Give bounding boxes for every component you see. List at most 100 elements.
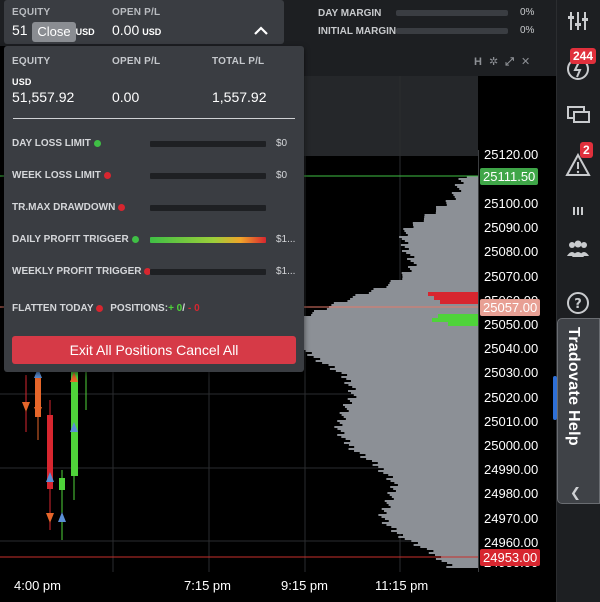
tradovate-help-tab[interactable]: Tradovate Help ❮ xyxy=(557,318,600,504)
profile-bar xyxy=(371,460,478,462)
profile-bar xyxy=(383,468,478,470)
profile-bar xyxy=(453,194,478,196)
right-sidebar: 244 2 ? xyxy=(556,0,600,602)
profile-bar-highlight xyxy=(434,296,478,300)
profile-bar xyxy=(401,272,478,274)
price-tick: 25120.00 xyxy=(484,147,539,162)
status-dot xyxy=(93,139,101,147)
help-icon[interactable]: ? xyxy=(565,290,591,316)
profile-bar xyxy=(348,444,478,446)
profile-bar xyxy=(348,410,478,412)
limit-label: TR.MAX DRAWDOWN xyxy=(12,202,126,213)
profile-bar xyxy=(354,446,478,448)
profile-bar xyxy=(400,244,478,246)
profile-bar xyxy=(326,308,478,310)
profile-bar xyxy=(351,392,478,394)
price-tick: 25030.00 xyxy=(484,365,539,381)
profile-bar xyxy=(311,352,478,354)
price-tick: 25080.00 xyxy=(484,244,539,260)
equity-card[interactable]: EQUITY 51 USD OPEN P/L 0.00 USD Close xyxy=(4,0,284,44)
day-margin-pct: 0% xyxy=(520,7,535,18)
account-summary-panel: EQUITY OPEN P/L TOTAL P/L USD 51,557.92 … xyxy=(4,46,304,372)
profile-bar xyxy=(294,342,478,344)
exit-all-positions-button[interactable]: Exit All Positions Cancel All xyxy=(12,336,296,364)
profile-bar xyxy=(396,528,478,530)
status-dot xyxy=(96,304,104,312)
limit-label: DAILY PROFIT TRIGGER xyxy=(12,234,139,245)
profile-bar xyxy=(348,448,478,450)
price-tick: 25070.00 xyxy=(484,268,539,284)
profile-bar xyxy=(341,414,478,416)
close-icon[interactable]: ✕ xyxy=(521,56,537,68)
profile-bar xyxy=(413,226,478,228)
status-dot xyxy=(118,203,126,211)
price-tick: 25100.00 xyxy=(484,196,539,211)
profile-bar xyxy=(433,550,478,552)
profile-bar xyxy=(293,346,478,348)
profile-bar xyxy=(416,264,478,266)
profile-bar xyxy=(331,304,478,306)
gear-icon[interactable]: ✲ xyxy=(489,56,505,68)
profile-bar xyxy=(388,520,478,522)
profile-bar xyxy=(381,522,478,524)
price-tick: 24960.00 xyxy=(484,534,539,550)
profile-bar xyxy=(408,242,478,244)
profile-bar xyxy=(347,398,478,400)
profile-bar xyxy=(454,184,478,186)
price-tick: 25090.00 xyxy=(484,220,539,236)
panel-total-pl-value: 1,557.92 xyxy=(212,89,267,105)
profile-bar xyxy=(349,400,478,402)
profile-bar xyxy=(454,196,478,198)
profile-bar xyxy=(424,216,478,218)
bars-icon[interactable] xyxy=(565,198,591,224)
profile-bar xyxy=(360,456,478,458)
profile-bar xyxy=(402,274,478,276)
profile-bar xyxy=(404,246,478,248)
candles xyxy=(22,360,87,540)
profile-bar xyxy=(390,506,478,508)
limit-value: $0 xyxy=(276,170,288,181)
profile-bar xyxy=(352,386,478,388)
price-axis[interactable] xyxy=(478,150,544,572)
profile-bar xyxy=(435,554,478,556)
time-label: 11:15 pm xyxy=(375,578,429,593)
chevron-up-icon[interactable] xyxy=(252,22,270,40)
limit-bar xyxy=(150,269,266,275)
profile-bar xyxy=(436,206,478,208)
sell-marker xyxy=(46,513,54,523)
profile-bar xyxy=(390,480,478,482)
profile-bar xyxy=(288,338,478,340)
profile-bar xyxy=(305,350,478,352)
open-pl-label: OPEN P/L xyxy=(112,7,161,18)
profile-bar xyxy=(343,404,478,406)
profile-bar xyxy=(299,344,478,346)
sliders-icon[interactable] xyxy=(565,8,591,34)
time-label: 4:00 pm xyxy=(14,578,61,593)
profile-bar xyxy=(346,378,478,380)
volume-profile xyxy=(288,176,478,568)
users-icon[interactable] xyxy=(565,236,591,262)
profile-bar xyxy=(328,364,478,366)
profile-bar xyxy=(381,516,478,518)
day-margin-label: DAY MARGIN xyxy=(318,8,382,19)
profile-bar xyxy=(401,238,478,240)
panel-open-pl-value: 0.00 xyxy=(112,89,140,105)
profile-bar xyxy=(313,356,478,358)
chat-icon[interactable] xyxy=(565,102,591,128)
profile-bar xyxy=(446,566,478,568)
price-tick: 24990.00 xyxy=(484,462,539,478)
popout-icon[interactable]: ⤢ xyxy=(505,56,521,68)
profile-bar xyxy=(452,564,478,566)
profile-bar xyxy=(406,252,478,254)
profile-bar xyxy=(314,310,478,312)
profile-bar xyxy=(386,512,478,514)
limit-bar xyxy=(150,237,266,243)
h-toggle[interactable]: H xyxy=(474,56,489,68)
profile-bar xyxy=(353,394,478,396)
equity-label: EQUITY xyxy=(12,7,51,18)
profile-bar xyxy=(386,524,478,526)
status-dot xyxy=(131,235,139,243)
chevron-left-icon[interactable]: ❮ xyxy=(570,485,581,501)
profile-bar xyxy=(356,396,478,398)
profile-bar xyxy=(320,358,478,360)
